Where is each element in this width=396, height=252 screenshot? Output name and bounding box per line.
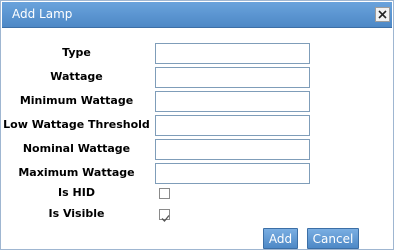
field-row-type: Type (1, 43, 395, 66)
field-row-maximum-wattage: Maximum Wattage (1, 163, 395, 186)
close-icon (378, 10, 387, 19)
field-row-low-wattage-threshold: Low Wattage Threshold (1, 115, 395, 138)
minimum-wattage-input[interactable] (155, 91, 310, 112)
low-wattage-threshold-input[interactable] (155, 115, 310, 136)
field-row-is-hid: Is HID (1, 186, 395, 204)
nominal-wattage-input[interactable] (155, 139, 310, 160)
is-visible-label: Is Visible (48, 207, 105, 220)
low-wattage-threshold-label: Low Wattage Threshold (3, 118, 150, 131)
is-hid-checkbox[interactable] (159, 188, 170, 199)
dialog-title: Add Lamp (12, 7, 73, 21)
checkmark-icon (160, 209, 171, 228)
type-label: Type (62, 46, 91, 59)
maximum-wattage-input[interactable] (155, 163, 310, 184)
field-row-wattage: Wattage (1, 67, 395, 90)
is-visible-checkbox[interactable] (159, 209, 170, 222)
field-row-is-visible: Is Visible (1, 207, 395, 225)
close-button[interactable] (375, 7, 390, 22)
cancel-button[interactable]: Cancel (307, 228, 359, 249)
add-button[interactable]: Add (263, 228, 298, 249)
field-row-nominal-wattage: Nominal Wattage (1, 139, 395, 162)
nominal-wattage-label: Nominal Wattage (22, 142, 131, 155)
add-lamp-dialog: Add Lamp Type Wattage Minimum Wattage Lo… (0, 0, 394, 250)
wattage-label: Wattage (50, 70, 103, 83)
field-row-minimum-wattage: Minimum Wattage (1, 91, 395, 114)
maximum-wattage-label: Maximum Wattage (18, 166, 135, 179)
dialog-titlebar[interactable]: Add Lamp (2, 2, 392, 28)
is-hid-label: Is HID (58, 186, 95, 199)
wattage-input[interactable] (155, 67, 310, 88)
minimum-wattage-label: Minimum Wattage (19, 94, 134, 107)
type-input[interactable] (155, 43, 310, 64)
